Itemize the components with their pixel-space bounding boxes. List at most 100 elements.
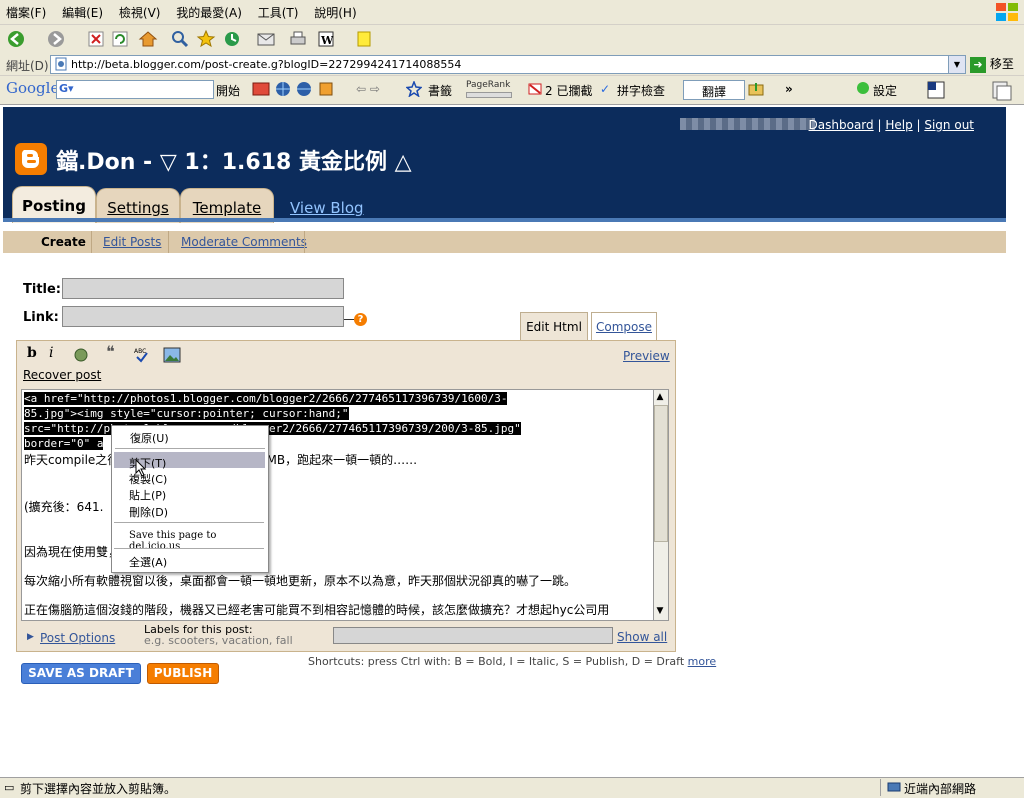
subnav-edit-posts[interactable]: Edit Posts (103, 235, 161, 249)
pagerank-bar (466, 92, 512, 98)
address-url: http://beta.blogger.com/post-create.g?bl… (71, 58, 462, 71)
back-icon[interactable] (6, 29, 26, 49)
window-icon[interactable] (926, 80, 946, 100)
tab-edit-html[interactable]: Edit Html (520, 312, 588, 341)
tab-compose[interactable]: Compose (591, 312, 657, 341)
menu-separator (114, 548, 264, 549)
bold-button[interactable]: b (27, 345, 37, 361)
pagerank-label: PageRank (466, 80, 511, 90)
globe-icon[interactable] (275, 81, 291, 97)
dashboard-link[interactable]: Dashboard (809, 118, 874, 132)
blockquote-icon[interactable]: ❝ (106, 342, 115, 361)
favorites-star-icon[interactable] (196, 29, 216, 49)
windows-logo-icon (996, 3, 1018, 21)
chevron-down-icon[interactable]: ▼ (948, 56, 965, 73)
forward-icon[interactable] (46, 29, 66, 49)
view-blog-link[interactable]: View Blog (290, 199, 364, 217)
menu-tools[interactable]: 工具(T) (252, 0, 305, 21)
link-chain-icon[interactable] (73, 347, 89, 363)
title-label: Title: (23, 282, 62, 297)
menu-view[interactable]: 檢視(V) (113, 0, 167, 21)
news-icon[interactable] (252, 81, 270, 97)
header-links: Dashboard | Help | Sign out (808, 118, 974, 132)
google-search-input[interactable]: G▾ (56, 80, 214, 99)
post-options-link[interactable]: Post Options (40, 631, 115, 645)
menu-item-delete[interactable]: 刪除(D) (129, 504, 168, 520)
recover-post-link[interactable]: Recover post (23, 368, 101, 382)
spellcheck-button[interactable]: 拼字檢查 (617, 82, 665, 99)
body-line: 正在傷腦筋這個沒錢的階段，機器又已經老害可能買不到相容記憶體的時候，該怎麼做擴充… (24, 603, 610, 617)
spellcheck-icon[interactable]: ABC (134, 347, 150, 363)
stop-icon[interactable] (86, 29, 106, 49)
menu-item-select-all[interactable]: 全選(A) (129, 554, 167, 570)
upload-folder-icon[interactable] (748, 81, 766, 97)
svg-text:ABC: ABC (134, 348, 146, 355)
sub-navigation: Create Edit Posts Moderate Comments (3, 231, 1006, 253)
scroll-down-icon[interactable]: ▼ (654, 604, 666, 618)
show-all-link[interactable]: Show all (617, 630, 667, 644)
menu-bar: 檔案(F) 編輯(E) 檢視(V) 我的最愛(A) 工具(T) 說明(H) (0, 0, 1024, 25)
sign-out-link[interactable]: Sign out (924, 118, 974, 132)
menu-help[interactable]: 說明(H) (308, 0, 362, 21)
code-line: <a href="http://photos1.blogger.com/blog… (24, 392, 508, 405)
blog-title: 鐺.Don - ▽ 1：1.618 黃金比例 △ (56, 150, 412, 175)
mail-icon[interactable] (256, 29, 276, 49)
italic-button[interactable]: i (49, 345, 53, 361)
scroll-up-icon[interactable]: ▲ (654, 390, 666, 404)
title-input[interactable] (62, 278, 344, 299)
expand-triangle-icon[interactable]: ▶ (27, 632, 34, 642)
scrollbar-thumb[interactable] (654, 405, 668, 542)
puzzle-icon[interactable] (318, 81, 334, 97)
image-icon[interactable] (163, 347, 181, 363)
go-button[interactable]: ➜ 移至 (970, 55, 1020, 73)
shortcuts-more-link[interactable]: more (688, 655, 717, 668)
address-input[interactable]: http://beta.blogger.com/post-create.g?bl… (50, 55, 966, 74)
note-icon[interactable] (354, 29, 374, 49)
code-line: border="0" a (24, 437, 104, 450)
browser-toolbar: W (0, 25, 1024, 54)
subnav-divider (304, 231, 305, 253)
save-as-draft-button[interactable]: SAVE AS DRAFT (21, 663, 141, 684)
status-divider (880, 779, 881, 796)
spellcheck-icon[interactable]: ✓ (600, 82, 610, 96)
subnav-moderate-wrap: Moderate Comments (181, 235, 307, 249)
help-question-icon[interactable]: ? (354, 313, 367, 326)
subnav-create[interactable]: Create (41, 235, 86, 249)
translate-dropdown[interactable]: 翻譯 (683, 80, 745, 100)
publish-button[interactable]: PUBLISH (147, 663, 219, 684)
word-edit-icon[interactable]: W (316, 29, 336, 49)
link-input[interactable] (62, 306, 344, 327)
pages-icon[interactable] (990, 78, 1014, 102)
google-settings-button[interactable]: 設定 (873, 82, 897, 99)
tab-settings-label: Settings (107, 199, 169, 217)
more-chevron-icon[interactable]: » (785, 82, 793, 96)
popup-blocked-count[interactable]: 2 已攔截 (545, 82, 592, 99)
popup-blocker-icon[interactable] (527, 81, 543, 97)
menu-file[interactable]: 檔案(F) (0, 0, 52, 21)
globe-icon[interactable] (296, 81, 312, 97)
user-email-blurred (680, 118, 815, 130)
google-g-icon: G▾ (59, 82, 74, 95)
go-label: 移至 (989, 57, 1014, 71)
svg-text:W: W (320, 34, 334, 47)
back-forward-arrows-icon[interactable]: ⇦ ⇨ (356, 82, 380, 96)
help-link[interactable]: Help (885, 118, 912, 132)
google-start-button[interactable]: 開始 (216, 82, 240, 99)
code-line: src="http://photos1.blogger.com/blogger2… (24, 422, 521, 435)
labels-input[interactable] (333, 627, 613, 644)
preview-link[interactable]: Preview (623, 349, 670, 363)
bookmark-star-icon[interactable] (406, 81, 422, 97)
refresh-icon[interactable] (110, 29, 130, 49)
home-icon[interactable] (138, 29, 158, 49)
subnav-moderate-comments[interactable]: Moderate Comments (181, 235, 307, 249)
bookmarks-button[interactable]: 書籤 (428, 82, 452, 99)
search-icon[interactable] (170, 29, 190, 49)
menu-item-paste[interactable]: 貼上(P) (129, 487, 166, 503)
code-line: 85.jpg"><img style="cursor:pointer; curs… (24, 407, 349, 420)
subnav-edit-posts-wrap: Edit Posts (103, 235, 161, 249)
menu-edit[interactable]: 編輯(E) (56, 0, 109, 21)
link-label: Link: (23, 310, 59, 325)
menu-favorites[interactable]: 我的最愛(A) (170, 0, 248, 21)
print-icon[interactable] (288, 29, 308, 49)
history-icon[interactable] (222, 29, 242, 49)
